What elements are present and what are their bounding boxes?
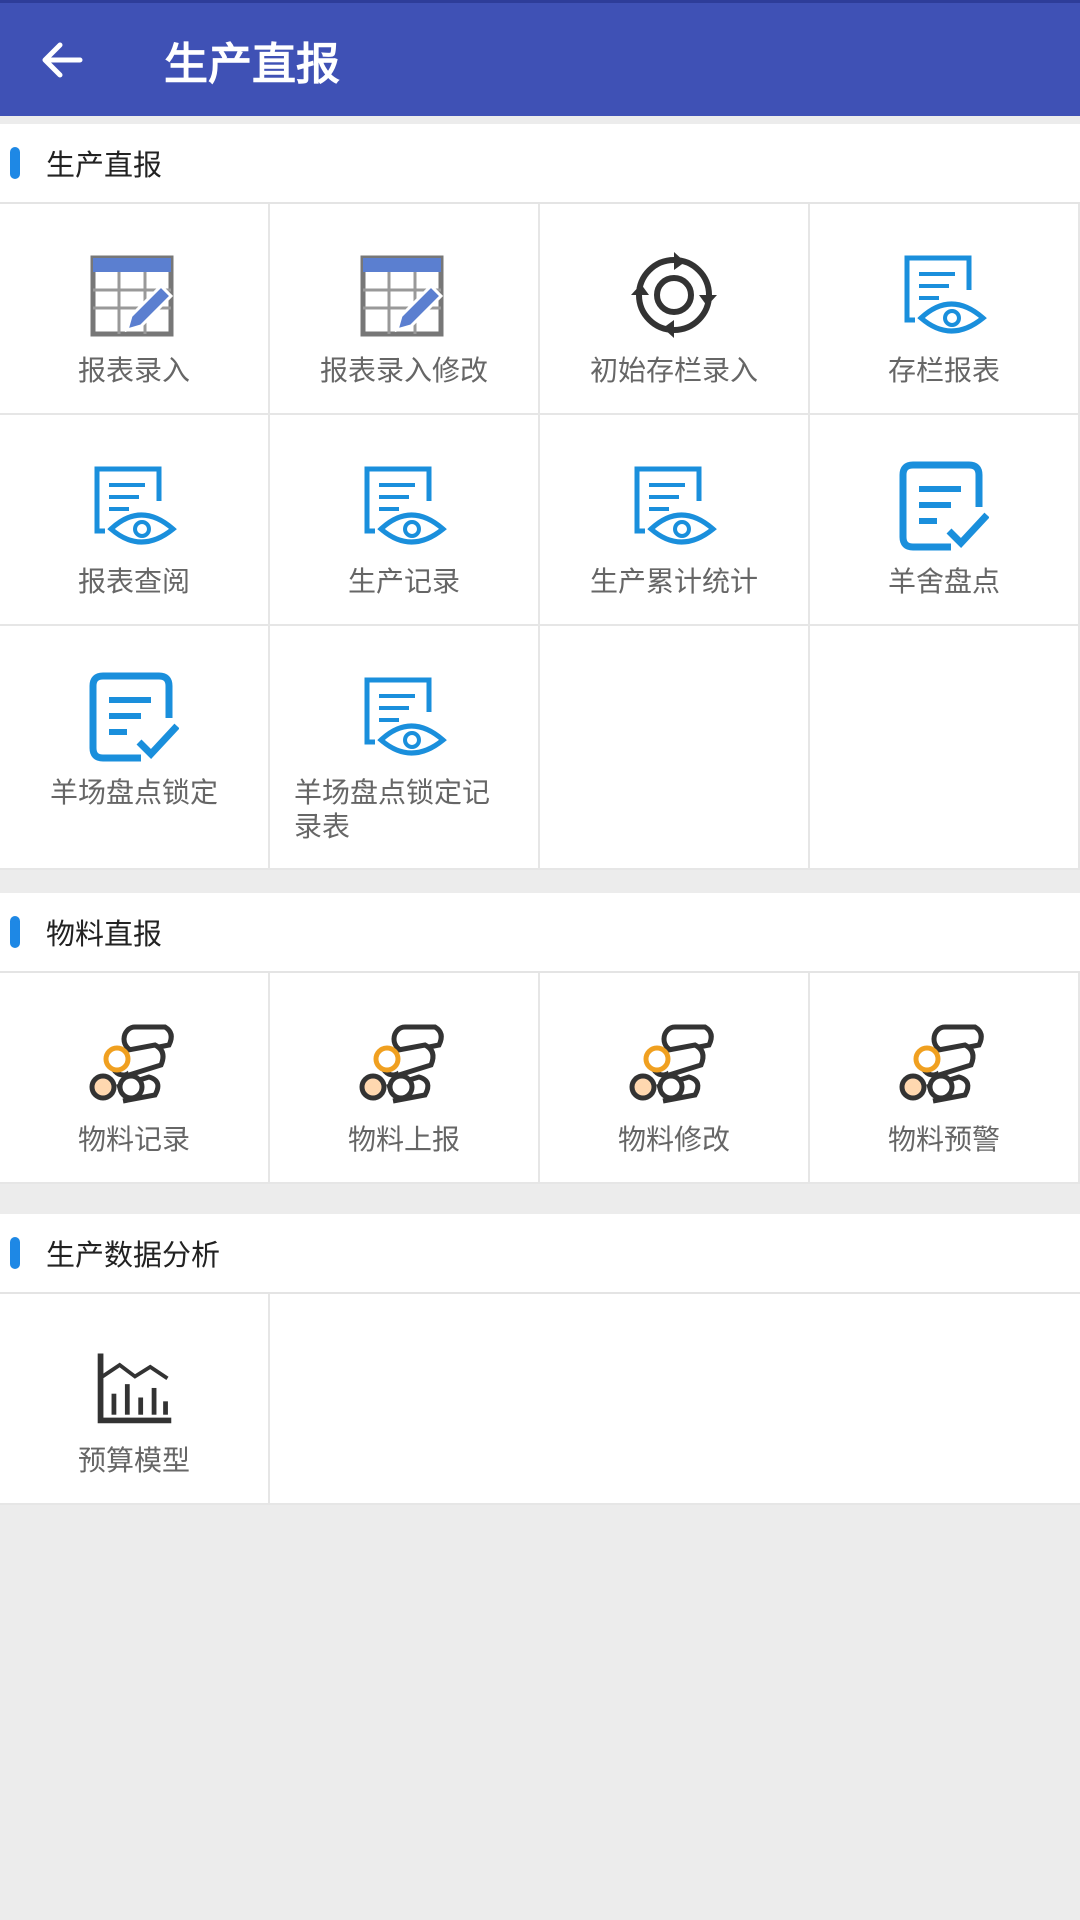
document-eye-icon bbox=[629, 461, 719, 551]
section-grid: 报表录入 报表录入修改 初始存栏录入 存栏报表 报表查阅 生产记录 生产累计统计 bbox=[0, 204, 1080, 870]
logs-icon bbox=[629, 1019, 719, 1109]
back-button[interactable] bbox=[0, 2, 124, 118]
grid-item-production-cumulative[interactable]: 生产累计统计 bbox=[540, 415, 810, 626]
section-production: 生产直报 报表录入 报表录入修改 初始存栏录入 存栏报表 报表查阅 生产记录 生… bbox=[0, 124, 1080, 870]
grid-item-label: 物料上报 bbox=[347, 1123, 460, 1156]
grid-item-label: 报表查阅 bbox=[77, 565, 190, 598]
grid-item-initial-stock-entry[interactable]: 初始存栏录入 bbox=[540, 204, 810, 415]
section-header: 生产直报 bbox=[0, 124, 1080, 204]
bar-chart-icon bbox=[91, 1344, 177, 1430]
table-edit-icon bbox=[89, 250, 179, 340]
arrow-left-icon bbox=[42, 42, 83, 77]
grid-item-label: 物料预警 bbox=[887, 1123, 1000, 1156]
section-accent-bar bbox=[10, 147, 20, 179]
grid-item-label: 生产记录 bbox=[347, 565, 460, 598]
section-accent-bar bbox=[10, 1237, 20, 1269]
logs-icon bbox=[89, 1019, 179, 1109]
grid-item-material-alert[interactable]: 物料预警 bbox=[810, 973, 1080, 1184]
document-eye-icon bbox=[899, 250, 989, 340]
grid-item-material-edit[interactable]: 物料修改 bbox=[540, 973, 810, 1184]
grid-item-empty bbox=[270, 1294, 1080, 1505]
section-accent-bar bbox=[10, 916, 20, 948]
document-eye-icon bbox=[359, 672, 449, 762]
section-title: 生产直报 bbox=[46, 148, 163, 182]
grid-item-label: 初始存栏录入 bbox=[589, 354, 758, 387]
section-grid: 预算模型 bbox=[0, 1294, 1080, 1505]
grid-item-stock-report[interactable]: 存栏报表 bbox=[810, 204, 1080, 415]
grid-item-label: 预算模型 bbox=[77, 1444, 190, 1477]
document-eye-icon bbox=[359, 461, 449, 551]
grid-item-label: 物料记录 bbox=[77, 1123, 190, 1156]
grid-item-empty bbox=[810, 626, 1080, 870]
grid-item-label: 羊舍盘点 bbox=[887, 565, 1000, 598]
grid-item-label: 物料修改 bbox=[617, 1123, 730, 1156]
document-eye-icon bbox=[89, 461, 179, 551]
grid-item-report-entry[interactable]: 报表录入 bbox=[0, 204, 270, 415]
section-title: 生产数据分析 bbox=[46, 1238, 221, 1272]
app-bar: 生产直报 bbox=[0, 0, 1080, 116]
section-header: 物料直报 bbox=[0, 893, 1080, 973]
section-grid: 物料记录 物料上报 物料修改 物料预警 bbox=[0, 973, 1080, 1184]
section-materials: 物料直报 物料记录 物料上报 物料修改 物料预警 bbox=[0, 893, 1080, 1184]
grid-item-barn-inventory[interactable]: 羊舍盘点 bbox=[810, 415, 1080, 626]
grid-item-budget-model[interactable]: 预算模型 bbox=[0, 1294, 270, 1505]
grid-item-label: 羊场盘点锁定记录表 bbox=[294, 776, 491, 843]
grid-item-label: 生产累计统计 bbox=[589, 565, 758, 598]
logs-icon bbox=[899, 1019, 989, 1109]
grid-item-label: 羊场盘点锁定 bbox=[49, 776, 218, 809]
section-title: 物料直报 bbox=[46, 917, 163, 951]
table-edit-icon bbox=[359, 250, 449, 340]
grid-item-empty bbox=[540, 626, 810, 870]
section-analysis: 生产数据分析 预算模型 bbox=[0, 1214, 1080, 1505]
grid-item-report-entry-edit[interactable]: 报表录入修改 bbox=[270, 204, 540, 415]
page-title: 生产直报 bbox=[164, 38, 340, 90]
grid-item-farm-inventory-lock[interactable]: 羊场盘点锁定 bbox=[0, 626, 270, 870]
grid-item-label: 报表录入 bbox=[77, 354, 190, 387]
grid-item-label: 报表录入修改 bbox=[319, 354, 488, 387]
logs-icon bbox=[359, 1019, 449, 1109]
grid-item-farm-inventory-lock-log[interactable]: 羊场盘点锁定记录表 bbox=[270, 626, 540, 870]
grid-item-material-report[interactable]: 物料上报 bbox=[270, 973, 540, 1184]
checklist-icon bbox=[899, 461, 989, 551]
checklist-icon bbox=[89, 672, 179, 762]
grid-item-report-view[interactable]: 报表查阅 bbox=[0, 415, 270, 626]
grid-item-production-record[interactable]: 生产记录 bbox=[270, 415, 540, 626]
section-header: 生产数据分析 bbox=[0, 1214, 1080, 1294]
grid-item-label: 存栏报表 bbox=[887, 354, 1000, 387]
refresh-circle-icon bbox=[629, 250, 719, 340]
grid-item-material-record[interactable]: 物料记录 bbox=[0, 973, 270, 1184]
